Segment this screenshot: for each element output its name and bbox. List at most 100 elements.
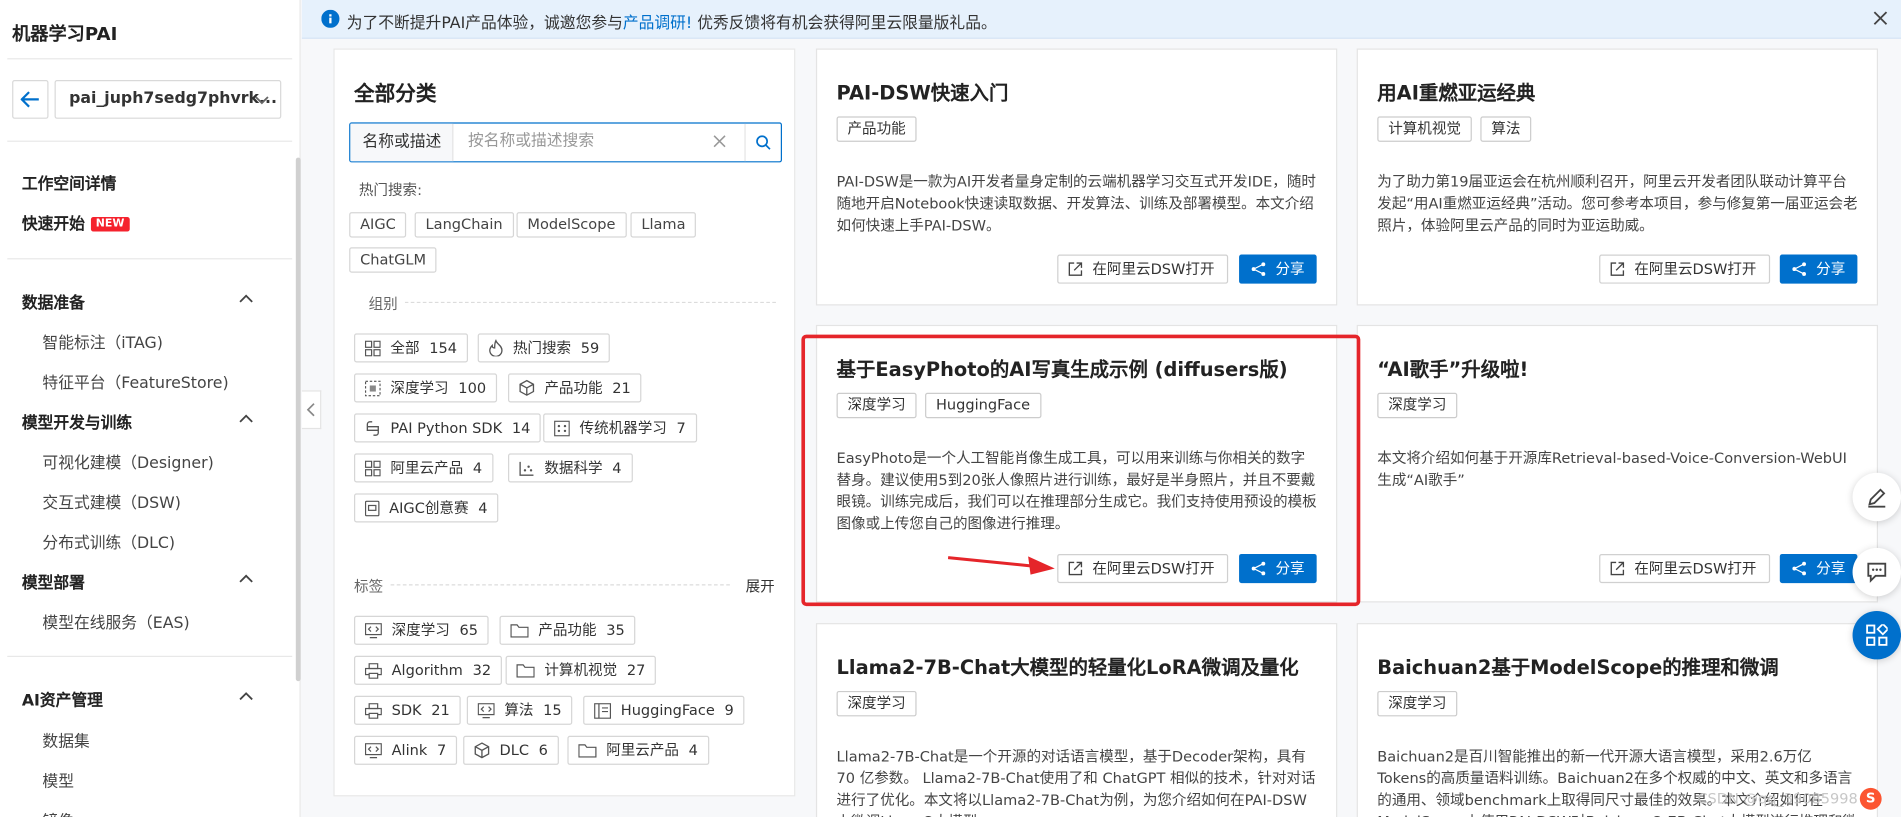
card-title[interactable]: Llama2-7B-Chat大模型的轻量化LoRA微调及量化 [837,651,1299,680]
group-chip-aliyun-products[interactable]: 阿里云产品 4 [354,453,494,483]
card-title[interactable]: PAI-DSW快速入门 [837,76,1009,105]
card-description: 为了助力第19届亚运会在杭州顺利召开，阿里云开发者团队联动计算平台发起“用AI重… [1377,173,1858,234]
external-link-icon [1610,561,1625,576]
tag-chip-aliyun-products[interactable]: 阿里云产品 4 [567,735,709,765]
tag-chip-deep-learning[interactable]: 深度学习 65 [354,615,489,645]
nav-group-data-prep[interactable]: 数据准备 [22,290,85,313]
search-scope-select[interactable]: 名称或描述 [350,123,454,162]
group-chip-product-features[interactable]: 产品功能 21 [507,373,642,403]
notebook-card[interactable]: Baichuan2基于ModelScope的推理和微调 深度学习 Baichua… [1356,623,1879,817]
nav-featurestore[interactable]: 特征平台（FeatureStore) [42,370,228,393]
chip-count: 21 [612,379,631,397]
notebook-card[interactable]: 用AI重燃亚运经典 计算机视觉 算法 为了助力第19届亚运会在杭州顺利召开，阿里… [1356,48,1879,306]
tag-chip-algorithm[interactable]: Algorithm 32 [354,655,503,685]
share-button[interactable]: 分享 [1239,553,1317,584]
close-icon[interactable] [1872,10,1889,27]
nav-dataset[interactable]: 数据集 [42,729,89,751]
apps-icon [1866,624,1888,646]
chip-count: 154 [429,339,457,357]
nav-dlc[interactable]: 分布式训练（DLC) [42,530,175,553]
chip-count: 9 [724,701,734,719]
group-chip-aigc-contest[interactable]: AIGC创意赛 4 [354,493,499,523]
tag-chip-product-features[interactable]: 产品功能 35 [499,615,636,645]
cube-icon [474,742,490,759]
tag-chip-algorithm-cn[interactable]: 算法 15 [466,695,573,725]
nav-designer[interactable]: 可视化建模（Designer) [42,450,213,473]
nav-workspace-detail[interactable]: 工作空间详情 [22,171,117,194]
expand-link[interactable]: 展开 [746,576,775,597]
chat-button[interactable] [1852,547,1901,597]
share-button[interactable]: 分享 [1779,254,1858,284]
nav-image[interactable]: 镜像 [42,809,74,817]
notebook-card[interactable]: Llama2-7B-Chat大模型的轻量化LoRA微调及量化 深度学习 Llam… [815,623,1338,817]
nav-group-assets[interactable]: AI资产管理 [22,687,103,710]
notebook-card[interactable]: “AI歌手”升级啦! 深度学习 本文将介绍如何基于开源库Retrieval-ba… [1356,324,1879,603]
hot-tag[interactable]: LangChain [414,212,514,238]
tag-chip-alink[interactable]: Alink 7 [354,735,458,765]
tag-chip-sdk[interactable]: SDK 21 [354,695,461,725]
chip-label: 全部 [390,339,420,357]
notebook-card[interactable]: 基于EasyPhoto的AI写真生成示例 (diffusers版) 深度学习 H… [815,324,1338,603]
open-in-dsw-button[interactable]: 在阿里云DSW打开 [1057,553,1228,584]
tag-chip-huggingface[interactable]: HuggingFace 9 [583,695,745,725]
feedback-edit-button[interactable] [1852,472,1901,522]
notice-bar: 为了不断提升PAI产品体验，诚邀您参与产品调研! 优秀反馈将有机会获得阿里云限量… [301,0,1901,39]
notice-text: 为了不断提升PAI产品体验，诚邀您参与产品调研! 优秀反馈将有机会获得阿里云限量… [347,10,997,33]
card-title[interactable]: 基于EasyPhoto的AI写真生成示例 (diffusers版) [837,353,1288,382]
share-button[interactable]: 分享 [1779,553,1858,584]
search-input[interactable] [467,132,711,151]
tablet-icon [364,500,380,516]
group-chip-all[interactable]: 全部 154 [354,333,468,363]
hot-tag[interactable]: ChatGLM [349,247,437,273]
nav-itag[interactable]: 智能标注（iTAG) [42,330,162,353]
card-tags: 深度学习 [836,690,917,717]
card-tags: 产品功能 [836,116,917,142]
open-in-dsw-label: 在阿里云DSW打开 [1634,560,1757,578]
search-button[interactable] [744,123,780,162]
group-chip-traditional-ml[interactable]: 传统机器学习 7 [543,413,697,443]
group-chip-deep-learning[interactable]: 深度学习 100 [354,373,497,403]
notebook-card[interactable]: PAI-DSW快速入门 产品功能 PAI-DSW是一款为AI开发者量身定制的云端… [815,48,1338,306]
sidebar-collapse-toggle[interactable] [301,390,322,430]
divider [7,258,293,260]
group-chip-data-science[interactable]: 数据科学 4 [507,453,633,483]
monitor-code-icon [364,742,382,758]
group-chip-hot[interactable]: 热门搜索 59 [477,333,611,363]
open-in-dsw-button[interactable]: 在阿里云DSW打开 [1057,254,1228,284]
workspace-select[interactable]: pai_juph7sedg7phvrk... [54,80,282,119]
hot-tag[interactable]: AIGC [349,212,407,238]
tag-chip-computer-vision[interactable]: 计算机视觉 27 [505,655,657,685]
nav-quick-start[interactable]: 快速开始 NEW [22,211,130,234]
share-button[interactable]: 分享 [1239,254,1317,284]
chip-count: 27 [626,661,646,679]
nav-group-deploy[interactable]: 模型部署 [22,570,85,593]
clear-icon[interactable] [713,135,726,148]
apps-button[interactable] [1852,610,1901,660]
sidebar: 机器学习PAI pai_juph7sedg7phvrk... 工作空间详情 快速… [0,0,301,817]
chevron-up-icon[interactable] [239,572,254,584]
card-title[interactable]: Baichuan2基于ModelScope的推理和微调 [1377,651,1778,680]
monitor-code-icon [364,622,382,638]
card-title[interactable]: “AI歌手”升级啦! [1377,353,1528,382]
group-chip-pai-python-sdk[interactable]: PAI Python SDK 14 [354,413,542,443]
chip-label: 计算机视觉 [544,661,618,679]
open-in-dsw-button[interactable]: 在阿里云DSW打开 [1599,254,1770,284]
chevron-up-icon[interactable] [239,412,254,424]
card-title[interactable]: 用AI重燃亚运经典 [1377,76,1535,105]
nav-dsw[interactable]: 交互式建模（DSW) [42,490,180,513]
nav-eas[interactable]: 模型在线服务（EAS) [42,610,189,633]
sidebar-scrollbar[interactable] [295,157,301,682]
nav-model[interactable]: 模型 [42,769,74,791]
folder-icon [578,744,597,758]
hot-tag[interactable]: ModelScope [516,212,627,238]
chevron-up-icon[interactable] [239,292,254,304]
monitor-code-icon [477,702,495,718]
tag-chip-dlc[interactable]: DLC 6 [463,735,559,765]
survey-link[interactable]: 产品调研! [623,15,692,33]
nav-group-model-dev[interactable]: 模型开发与训练 [22,410,132,433]
flame-icon [489,339,503,357]
back-button[interactable] [12,80,49,119]
hot-tag[interactable]: Llama [630,212,697,238]
chevron-up-icon[interactable] [239,690,254,702]
open-in-dsw-button[interactable]: 在阿里云DSW打开 [1599,553,1770,584]
